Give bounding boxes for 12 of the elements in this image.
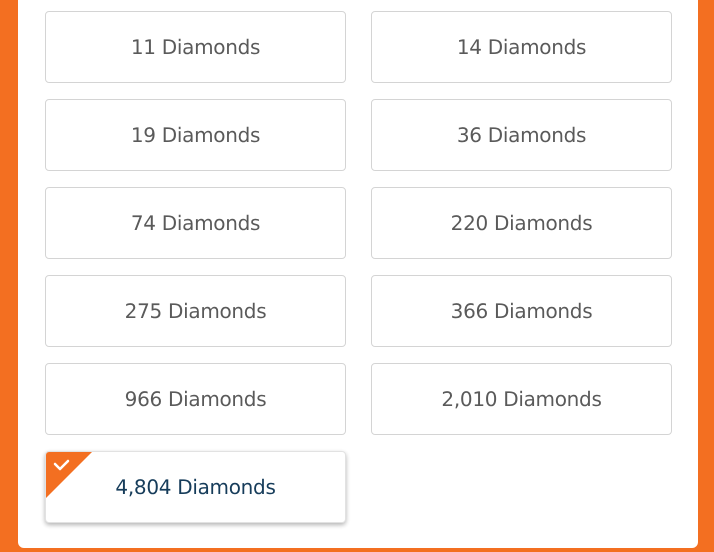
check-icon <box>46 452 92 498</box>
diamond-option[interactable]: 275 Diamonds <box>45 275 346 347</box>
diamond-option[interactable]: 74 Diamonds <box>45 187 346 259</box>
diamond-option[interactable]: 220 Diamonds <box>371 187 672 259</box>
diamond-option[interactable]: 366 Diamonds <box>371 275 672 347</box>
diamond-option[interactable]: 4,804 Diamonds <box>45 451 346 523</box>
diamond-option[interactable]: 11 Diamonds <box>45 11 346 83</box>
diamond-option[interactable]: 36 Diamonds <box>371 99 672 171</box>
diamond-option[interactable]: 966 Diamonds <box>45 363 346 435</box>
diamond-option[interactable]: 2,010 Diamonds <box>371 363 672 435</box>
diamond-option[interactable]: 14 Diamonds <box>371 11 672 83</box>
diamond-option[interactable]: 19 Diamonds <box>45 99 346 171</box>
